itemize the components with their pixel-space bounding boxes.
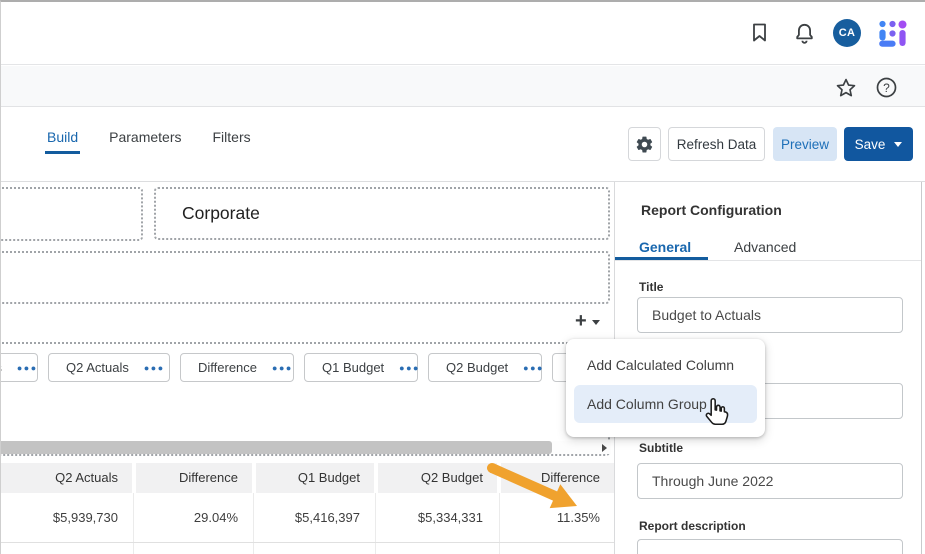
chip-label: Q1 Actuals bbox=[0, 360, 2, 375]
description-field-label: Report description bbox=[639, 519, 746, 533]
save-button-label: Save bbox=[855, 137, 886, 152]
page-toolbar: ? bbox=[0, 66, 925, 107]
save-dropdown-caret-icon[interactable] bbox=[894, 142, 902, 147]
menu-item-add-column-group[interactable]: Add Column Group bbox=[574, 385, 757, 423]
active-tab-underline bbox=[615, 257, 708, 260]
subtitle-input[interactable]: Through June 2022 bbox=[637, 463, 903, 499]
header-drop-zone-left[interactable] bbox=[0, 187, 143, 241]
chip-label: Q1 Budget bbox=[322, 360, 384, 375]
title-field-label: Title bbox=[639, 280, 663, 294]
column-chip-difference-1[interactable]: Difference ●●● bbox=[180, 353, 294, 382]
save-button[interactable]: Save bbox=[844, 127, 913, 161]
chevron-down-icon bbox=[592, 320, 600, 325]
tab-filters[interactable]: Filters bbox=[213, 129, 251, 154]
chip-label: Q2 Budget bbox=[446, 360, 508, 375]
title-input[interactable]: Budget to Actuals bbox=[637, 297, 903, 333]
preview-header-cell: Q2 Budget bbox=[378, 463, 497, 493]
report-canvas: Corporate + Q1 Actuals ●●● Q2 Actuals ●●… bbox=[0, 182, 614, 554]
table-row-divider bbox=[0, 542, 614, 543]
help-icon[interactable]: ? bbox=[871, 72, 901, 102]
preview-data-cell: $5,334,331 bbox=[378, 493, 497, 542]
refresh-data-button[interactable]: Refresh Data bbox=[668, 127, 765, 161]
preview-header-cell: Difference bbox=[136, 463, 252, 493]
notifications-bell-icon[interactable] bbox=[789, 18, 819, 48]
subtitle-field-label: Subtitle bbox=[639, 441, 683, 455]
add-column-button[interactable]: + bbox=[575, 312, 600, 330]
chip-more-icon[interactable]: ●●● bbox=[136, 363, 165, 373]
builder-tabs: Build Parameters Filters bbox=[47, 129, 251, 154]
preview-button[interactable]: Preview bbox=[773, 127, 837, 161]
column-chip-q2-budget[interactable]: Q2 Budget ●●● bbox=[428, 353, 542, 382]
description-input[interactable] bbox=[637, 539, 903, 554]
preview-data-cell: $5,416,397 bbox=[256, 493, 374, 542]
preview-header-cell: Q1 Budget bbox=[256, 463, 374, 493]
preview-data-cell: 11.35% bbox=[501, 493, 614, 542]
column-chip-q2-actuals[interactable]: Q2 Actuals ●●● bbox=[48, 353, 170, 382]
work-area: Corporate + Q1 Actuals ●●● Q2 Actuals ●●… bbox=[0, 181, 925, 554]
add-column-dropdown-menu: Add Calculated Column Add Column Group bbox=[566, 339, 765, 437]
top-app-bar: CA bbox=[0, 0, 925, 65]
column-chip-q1-actuals[interactable]: Q1 Actuals ●●● bbox=[0, 353, 38, 382]
plus-icon: + bbox=[575, 312, 587, 330]
action-buttons: Refresh Data Preview Save bbox=[628, 127, 913, 161]
chip-more-icon[interactable]: ●●● bbox=[515, 363, 544, 373]
horizontal-scrollbar[interactable] bbox=[0, 441, 611, 454]
svg-text:?: ? bbox=[883, 80, 890, 94]
tabs-divider bbox=[615, 260, 922, 261]
column-chip-q1-budget[interactable]: Q1 Budget ●●● bbox=[304, 353, 418, 382]
user-avatar[interactable]: CA bbox=[833, 19, 861, 47]
preview-header-cell: Difference bbox=[501, 463, 614, 493]
preview-data-cell: $5,939,730 bbox=[0, 493, 132, 542]
header-cell-corporate[interactable]: Corporate bbox=[154, 187, 610, 240]
chip-more-icon[interactable]: ●●● bbox=[391, 363, 420, 373]
panel-title: Report Configuration bbox=[641, 202, 782, 218]
preview-data-cell: 29.04% bbox=[136, 493, 252, 542]
bookmark-icon[interactable] bbox=[744, 18, 774, 48]
menu-item-add-calculated-column[interactable]: Add Calculated Column bbox=[566, 345, 765, 385]
tab-parameters[interactable]: Parameters bbox=[109, 129, 181, 154]
chip-label: Difference bbox=[198, 360, 257, 375]
chip-label: Q2 Actuals bbox=[66, 360, 129, 375]
preview-header-cell: Q2 Actuals bbox=[0, 463, 132, 493]
settings-gear-button[interactable] bbox=[628, 127, 661, 161]
tab-advanced[interactable]: Advanced bbox=[734, 239, 796, 255]
chip-more-icon[interactable]: ●●● bbox=[264, 363, 293, 373]
subheader-drop-zone[interactable] bbox=[0, 251, 610, 304]
apps-grid-icon[interactable] bbox=[877, 18, 907, 48]
tab-build[interactable]: Build bbox=[47, 129, 78, 154]
scrollbar-right-arrow-icon[interactable] bbox=[597, 441, 611, 454]
chip-more-icon[interactable]: ●●● bbox=[9, 363, 38, 373]
favorite-star-icon[interactable] bbox=[831, 72, 861, 102]
header-cell-text: Corporate bbox=[182, 203, 260, 224]
scrollbar-thumb[interactable] bbox=[0, 441, 552, 454]
gear-icon bbox=[635, 135, 654, 154]
report-builder-window: CA ? Build Parameters F bbox=[0, 0, 925, 554]
tab-general[interactable]: General bbox=[639, 239, 691, 255]
